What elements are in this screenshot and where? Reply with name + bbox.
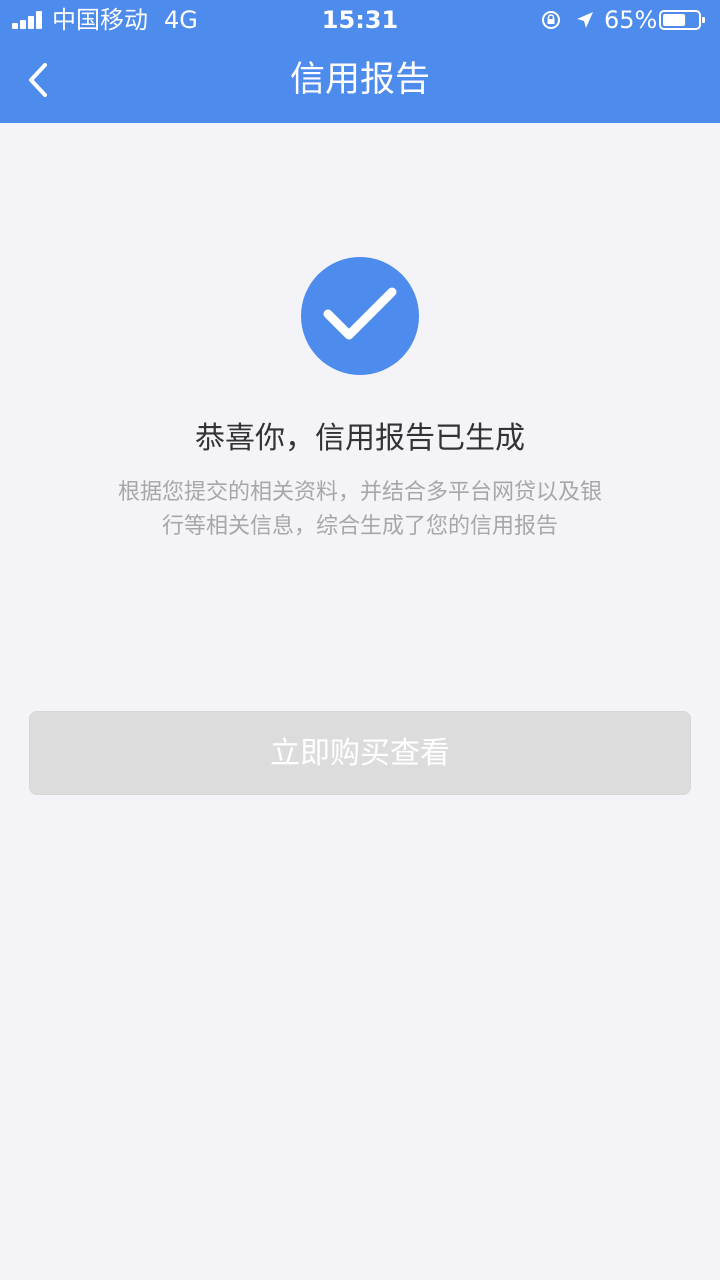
buy-view-button[interactable]: 立即购买查看 (29, 711, 691, 795)
navigation-bar: 信用报告 (0, 40, 720, 123)
page-title: 信用报告 (289, 60, 430, 100)
lock-rotation-icon (542, 11, 560, 29)
location-icon (577, 12, 593, 28)
status-bar: 中国移动 4G 15:31 65% (0, 0, 720, 40)
battery-percent: 65% (604, 6, 658, 34)
check-circle-icon (301, 257, 419, 375)
back-button[interactable] (14, 54, 62, 106)
success-description: 根据您提交的相关资料，并结合多平台网贷以及银行等相关信息，综合生成了您的信用报告 (117, 480, 602, 539)
top-header: 中国移动 4G 15:31 65% 信用报告 (0, 0, 720, 123)
success-title: 恭喜你，信用报告已生成 (195, 421, 525, 456)
credit-report-screen: 中国移动 4G 15:31 65% 信用报告 恭喜你，信用报告已生成 根据您提交… (0, 0, 720, 1280)
battery-icon (659, 10, 705, 30)
